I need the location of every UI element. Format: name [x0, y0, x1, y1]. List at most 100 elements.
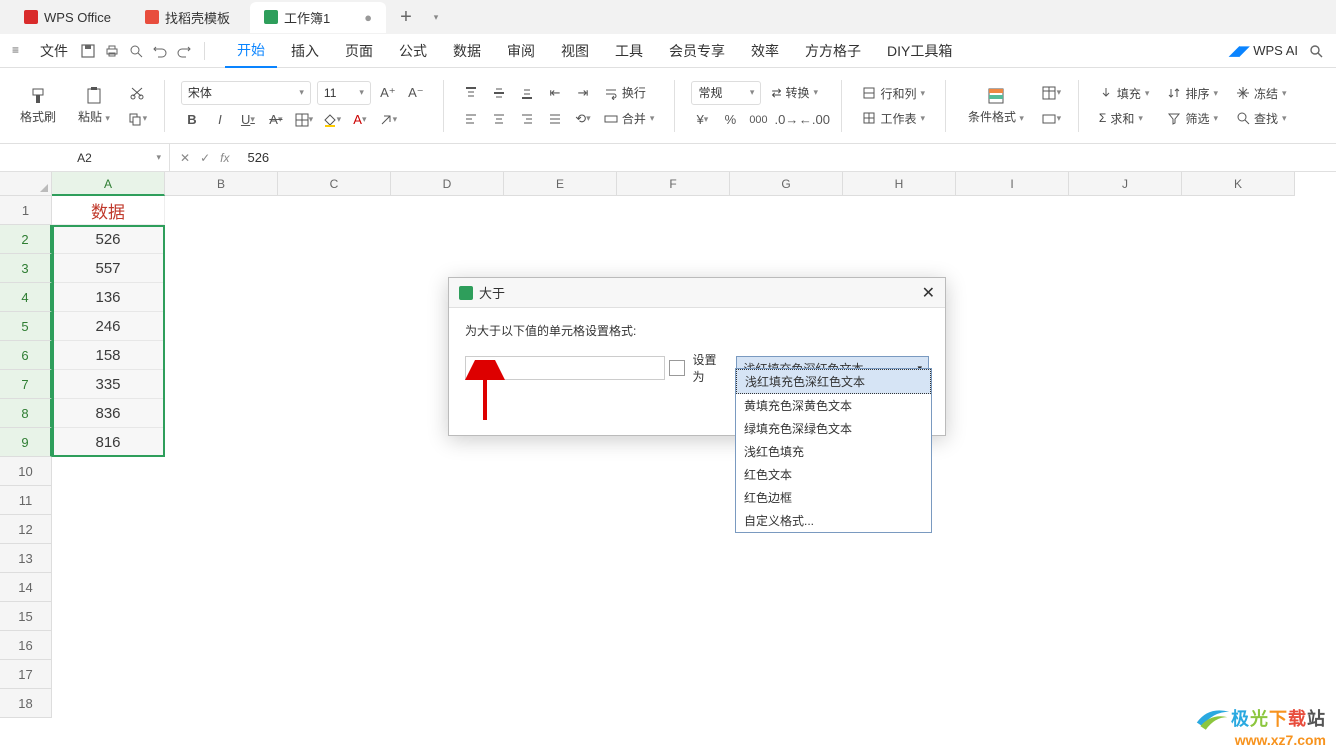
clear-format-button[interactable]: ▾: [377, 109, 399, 131]
formula-input[interactable]: 526: [239, 150, 1336, 165]
cell-style-icon[interactable]: ▾: [1040, 108, 1062, 130]
cell[interactable]: 816: [52, 428, 165, 457]
cell[interactable]: 136: [52, 283, 165, 312]
cell[interactable]: 557: [52, 254, 165, 283]
cell[interactable]: 335: [52, 370, 165, 399]
row-header[interactable]: 9: [0, 428, 52, 457]
align-right-icon[interactable]: [516, 108, 538, 130]
number-format-select[interactable]: 常规▾: [691, 81, 761, 105]
col-header[interactable]: K: [1182, 172, 1295, 196]
spreadsheet-grid[interactable]: A B C D E F G H I J K 1 2 3 4 5 6 7 8 9 …: [0, 172, 1336, 732]
align-left-icon[interactable]: [460, 108, 482, 130]
paste-button[interactable]: 粘贴 ▾: [72, 82, 116, 129]
threshold-input[interactable]: [465, 356, 665, 380]
underline-button[interactable]: U▾: [237, 109, 259, 131]
row-header[interactable]: 4: [0, 283, 52, 312]
row-header[interactable]: 2: [0, 225, 52, 254]
tab-menu-button[interactable]: ▾: [426, 12, 447, 23]
range-picker-icon[interactable]: [669, 360, 685, 376]
close-icon[interactable]: ✕: [922, 283, 935, 303]
align-center-icon[interactable]: [488, 108, 510, 130]
row-header[interactable]: 3: [0, 254, 52, 283]
col-header[interactable]: A: [52, 172, 165, 196]
col-header[interactable]: I: [956, 172, 1069, 196]
menu-ffgz[interactable]: 方方格子: [793, 35, 873, 67]
fill-button[interactable]: 填充▾: [1095, 83, 1154, 104]
copy-icon[interactable]: ▾: [126, 108, 148, 130]
row-header[interactable]: 14: [0, 573, 52, 602]
conditional-format-button[interactable]: 条件格式 ▾: [962, 82, 1030, 129]
preview-icon[interactable]: [128, 43, 144, 59]
currency-icon[interactable]: ¥▾: [691, 109, 713, 131]
table-style-icon[interactable]: ▾: [1040, 82, 1062, 104]
col-header[interactable]: D: [391, 172, 504, 196]
cell[interactable]: 246: [52, 312, 165, 341]
wps-ai-button[interactable]: ◢◤ WPS AI: [1229, 43, 1298, 59]
col-header[interactable]: B: [165, 172, 278, 196]
menu-insert[interactable]: 插入: [279, 35, 331, 67]
cell[interactable]: 158: [52, 341, 165, 370]
wrap-button[interactable]: 换行: [600, 82, 650, 103]
freeze-button[interactable]: 冻结▾: [1232, 83, 1291, 104]
decrease-decimal-icon[interactable]: .0→: [775, 109, 797, 131]
col-header[interactable]: F: [617, 172, 730, 196]
row-header[interactable]: 11: [0, 486, 52, 515]
cell[interactable]: 数据: [52, 196, 165, 225]
convert-button[interactable]: ⇄ 转换▾: [767, 82, 822, 103]
indent-decrease-icon[interactable]: ⇤: [544, 82, 566, 104]
font-size-select[interactable]: 11▾: [317, 81, 371, 105]
row-header[interactable]: 15: [0, 602, 52, 631]
col-header[interactable]: E: [504, 172, 617, 196]
tab-wps-office[interactable]: WPS Office: [10, 4, 125, 31]
menu-efficiency[interactable]: 效率: [739, 35, 791, 67]
menu-diy[interactable]: DIY工具箱: [875, 35, 964, 67]
search-icon[interactable]: [1308, 43, 1324, 59]
align-top-icon[interactable]: [460, 82, 482, 104]
sort-button[interactable]: 排序▾: [1163, 83, 1222, 104]
border-button[interactable]: ▾: [293, 109, 315, 131]
row-header[interactable]: 18: [0, 689, 52, 718]
dropdown-option[interactable]: 浅红填充色深红色文本: [736, 369, 931, 394]
file-menu[interactable]: 文件: [36, 35, 72, 67]
menu-page[interactable]: 页面: [333, 35, 385, 67]
merge-button[interactable]: 合并▾: [600, 108, 659, 129]
row-header[interactable]: 17: [0, 660, 52, 689]
col-header[interactable]: H: [843, 172, 956, 196]
cut-icon[interactable]: [126, 82, 148, 104]
rowcol-button[interactable]: 行和列▾: [858, 83, 929, 104]
row-header[interactable]: 7: [0, 370, 52, 399]
dropdown-option[interactable]: 红色文本: [736, 463, 931, 486]
dialog-titlebar[interactable]: 大于 ✕: [449, 278, 945, 308]
fx-icon[interactable]: fx: [220, 151, 229, 165]
align-middle-icon[interactable]: [488, 82, 510, 104]
format-brush-button[interactable]: 格式刷: [14, 82, 62, 129]
save-icon[interactable]: [80, 43, 96, 59]
col-header[interactable]: G: [730, 172, 843, 196]
cell[interactable]: 526: [52, 225, 165, 254]
undo-icon[interactable]: [152, 43, 168, 59]
filter-button[interactable]: 筛选▾: [1163, 108, 1222, 129]
orientation-icon[interactable]: ⟲▾: [572, 108, 594, 130]
dropdown-option[interactable]: 自定义格式...: [736, 509, 931, 532]
menu-icon[interactable]: ≡: [12, 43, 28, 59]
align-bottom-icon[interactable]: [516, 82, 538, 104]
thousand-sep-icon[interactable]: 000: [747, 109, 769, 131]
menu-view[interactable]: 视图: [549, 35, 601, 67]
decrease-font-icon[interactable]: A⁻: [405, 82, 427, 104]
redo-icon[interactable]: [176, 43, 192, 59]
increase-font-icon[interactable]: A⁺: [377, 82, 399, 104]
font-color-button[interactable]: A▾: [349, 109, 371, 131]
col-header[interactable]: J: [1069, 172, 1182, 196]
dropdown-option[interactable]: 红色边框: [736, 486, 931, 509]
row-header[interactable]: 16: [0, 631, 52, 660]
print-icon[interactable]: [104, 43, 120, 59]
menu-start[interactable]: 开始: [225, 34, 277, 68]
fill-color-button[interactable]: ▾: [321, 109, 343, 131]
row-header[interactable]: 5: [0, 312, 52, 341]
tab-workbook[interactable]: 工作簿1 ●: [250, 2, 386, 33]
row-header[interactable]: 12: [0, 515, 52, 544]
justify-icon[interactable]: [544, 108, 566, 130]
add-tab-button[interactable]: +: [392, 6, 420, 29]
menu-data[interactable]: 数据: [441, 35, 493, 67]
italic-button[interactable]: I: [209, 109, 231, 131]
